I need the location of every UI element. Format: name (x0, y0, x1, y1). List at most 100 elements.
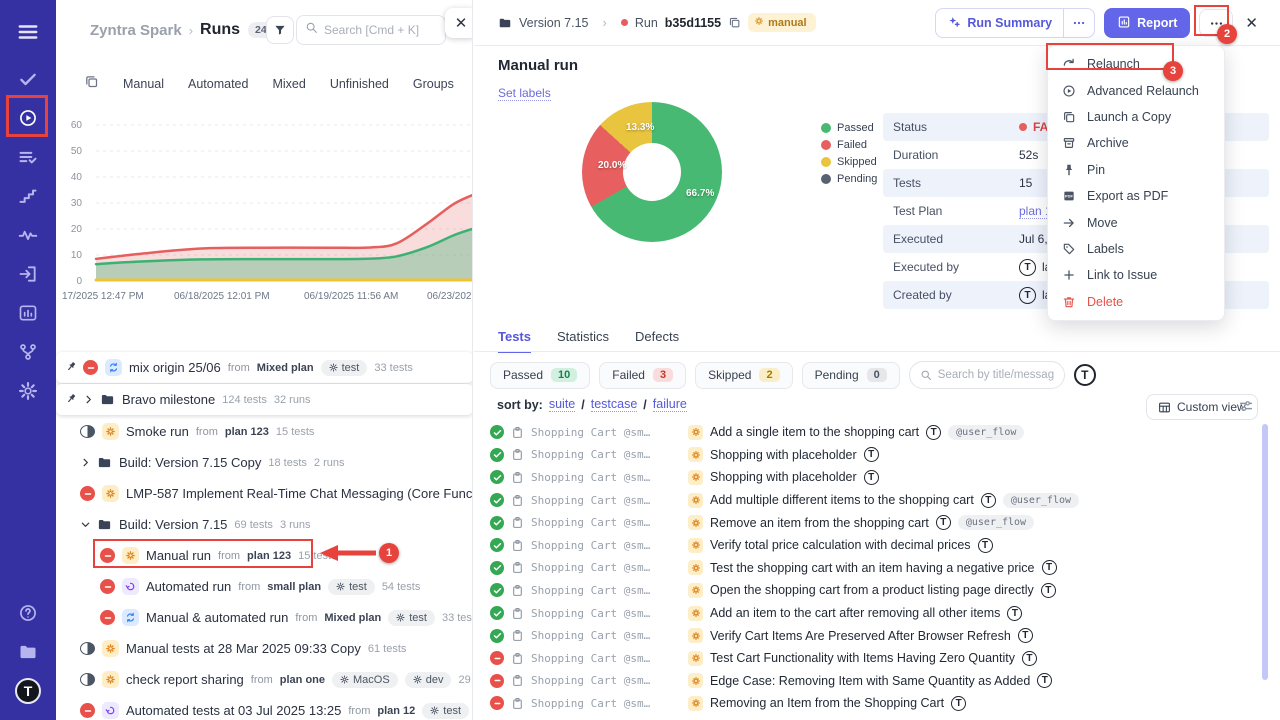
filter-chip-pending[interactable]: Pending0 (802, 362, 900, 389)
run-row[interactable]: Manual runfromplan 12315 tests (56, 540, 473, 571)
menu-item-launch-a-copy[interactable]: Launch a Copy (1048, 104, 1224, 130)
test-row[interactable]: Shopping Cart @sm…Shopping with placehol… (490, 466, 1260, 489)
sidebar-item-play-circle[interactable] (8, 98, 48, 137)
filter-chip-passed[interactable]: Passed10 (490, 362, 590, 389)
test-tag-chip[interactable]: @user_flow (958, 515, 1034, 530)
test-row[interactable]: Shopping Cart @sm…Add an item to the car… (490, 602, 1260, 625)
menu-item-move[interactable]: Move (1048, 209, 1224, 235)
tab-automated[interactable]: Automated (188, 77, 248, 91)
failed-status-icon (490, 696, 504, 710)
test-tag-chip[interactable]: @user_flow (1003, 493, 1079, 508)
run-tag-chip[interactable]: test (321, 360, 368, 376)
panel-close-button[interactable]: ✕ (445, 8, 473, 38)
run-row[interactable]: mix origin 25/06fromMixed plantest33 tes… (56, 352, 473, 383)
run-row[interactable]: Automated runfromsmall plantest54 tests (56, 571, 473, 602)
sidebar-item-pulse[interactable] (8, 215, 48, 254)
run-plan-link[interactable]: Mixed plan (324, 612, 381, 624)
run-tag-chip[interactable]: dev (405, 672, 452, 688)
chevron-right-icon[interactable] (83, 394, 93, 405)
test-tag-chip[interactable]: @user_flow (948, 425, 1024, 440)
tests-search-input[interactable] (938, 369, 1054, 381)
test-row[interactable]: Shopping Cart @sm…Add a single item to t… (490, 421, 1260, 444)
sort-link-testcase[interactable]: testcase (591, 397, 638, 412)
report-button[interactable]: Report (1104, 8, 1190, 38)
run-row[interactable]: Smoke runfromplan 12315 tests (56, 416, 473, 447)
sidebar-item-help[interactable] (8, 593, 48, 632)
run-row[interactable]: Build: Version 7.15 Copy18 tests2 runs (56, 447, 473, 478)
menu-item-labels[interactable]: Labels (1048, 236, 1224, 262)
test-row[interactable]: Shopping Cart @sm…Test the shopping cart… (490, 557, 1260, 580)
menu-item-delete[interactable]: Delete (1048, 289, 1224, 315)
tab-manual[interactable]: Manual (123, 77, 164, 91)
sort-link-suite[interactable]: suite (549, 397, 575, 412)
run-row[interactable]: Manual tests at 28 Mar 2025 09:33 Copy61… (56, 633, 473, 664)
test-row[interactable]: Shopping Cart @sm…Verify Cart Items Are … (490, 624, 1260, 647)
tab-mixed[interactable]: Mixed (272, 77, 305, 91)
test-row[interactable]: Shopping Cart @sm…Verify total price cal… (490, 534, 1260, 557)
run-plan-link[interactable]: plan 123 (225, 426, 269, 438)
run-row[interactable]: Build: Version 7.1569 tests3 runs (56, 509, 473, 540)
tab-groups[interactable]: Groups (413, 77, 454, 91)
run-plan-link[interactable]: plan 12 (377, 705, 415, 717)
sidebar-avatar[interactable]: T (8, 671, 48, 710)
tab-unfinished[interactable]: Unfinished (330, 77, 389, 91)
run-summary-more-button[interactable] (1063, 9, 1094, 37)
sidebar-item-gear[interactable] (8, 371, 48, 410)
test-row[interactable]: Shopping Cart @sm…Add multiple different… (490, 489, 1260, 512)
runs-type-icon[interactable] (84, 74, 99, 94)
test-row[interactable]: Shopping Cart @sm…Open the shopping cart… (490, 579, 1260, 602)
run-plan-link[interactable]: plan 123 (247, 550, 291, 562)
menu-item-relaunch[interactable]: Relaunch (1048, 51, 1224, 77)
run-tag-chip[interactable]: test (388, 610, 435, 626)
copy-icon[interactable] (728, 16, 741, 29)
view-settings-icon[interactable] (1238, 398, 1254, 414)
test-row[interactable]: Shopping Cart @sm…Remove an item from th… (490, 511, 1260, 534)
sidebar-item-check[interactable] (8, 59, 48, 98)
chevron-down-icon[interactable] (80, 519, 90, 530)
filter-chip-failed[interactable]: Failed3 (599, 362, 686, 389)
test-row[interactable]: Shopping Cart @sm…Test Cart Functionalit… (490, 647, 1260, 670)
test-row[interactable]: Shopping Cart @sm…Removing an Item from … (490, 692, 1260, 715)
run-summary-button[interactable]: Run Summary (935, 8, 1095, 38)
tab-tests[interactable]: Tests (498, 329, 531, 353)
run-row[interactable]: Automated tests at 03 Jul 2025 13:25from… (56, 695, 473, 720)
sidebar-item-menu[interactable] (8, 12, 48, 51)
sidebar-item-stairs[interactable] (8, 176, 48, 215)
run-plan-link[interactable]: plan one (280, 674, 325, 686)
breadcrumb-project[interactable]: Zyntra Spark (90, 22, 182, 39)
sidebar-item-branch[interactable] (8, 332, 48, 371)
menu-item-advanced-relaunch[interactable]: Advanced Relaunch (1048, 77, 1224, 103)
scrollbar[interactable] (1262, 424, 1268, 680)
run-row[interactable]: check report sharingfromplan oneMacOSdev… (56, 664, 473, 695)
run-row[interactable]: LMP-587 Implement Real-Time Chat Messagi… (56, 478, 473, 509)
filter-button[interactable] (266, 16, 294, 44)
search-input[interactable] (324, 23, 437, 37)
breadcrumb-folder[interactable]: Version 7.15 (519, 16, 589, 30)
menu-item-archive[interactable]: Archive (1048, 130, 1224, 156)
run-tag-chip[interactable]: test (422, 703, 469, 719)
run-row[interactable]: Bravo milestone124 tests32 runs (56, 384, 473, 415)
assignee-avatar[interactable]: T (1074, 364, 1096, 386)
set-labels-link[interactable]: Set labels (498, 86, 551, 101)
menu-item-pin[interactable]: Pin (1048, 157, 1224, 183)
sidebar-item-bar-chart[interactable] (8, 293, 48, 332)
test-row[interactable]: Shopping Cart @sm…Shopping with placehol… (490, 444, 1260, 467)
tab-defects[interactable]: Defects (635, 329, 679, 353)
run-row[interactable]: Manual & automated runfromMixed plantest… (56, 602, 473, 633)
menu-item-export-as-pdf[interactable]: PDFExport as PDF (1048, 183, 1224, 209)
tab-statistics[interactable]: Statistics (557, 329, 609, 353)
run-title: Automated tests at 03 Jul 2025 13:25 (126, 703, 341, 718)
run-plan-link[interactable]: Mixed plan (257, 362, 314, 374)
test-row[interactable]: Shopping Cart @sm…Edge Case: Removing It… (490, 670, 1260, 693)
run-tag-chip[interactable]: test (328, 579, 375, 595)
run-plan-link[interactable]: small plan (267, 581, 321, 593)
menu-item-link-to-issue[interactable]: Link to Issue (1048, 262, 1224, 288)
filter-chip-skipped[interactable]: Skipped2 (695, 362, 793, 389)
sidebar-item-folder[interactable] (8, 632, 48, 671)
chevron-right-icon[interactable] (80, 457, 90, 468)
close-icon[interactable]: ✕ (1245, 14, 1258, 32)
sort-link-failure[interactable]: failure (653, 397, 687, 412)
run-tag-chip[interactable]: MacOS (332, 672, 398, 688)
sidebar-item-sign-in[interactable] (8, 254, 48, 293)
sidebar-item-list-check[interactable] (8, 137, 48, 176)
